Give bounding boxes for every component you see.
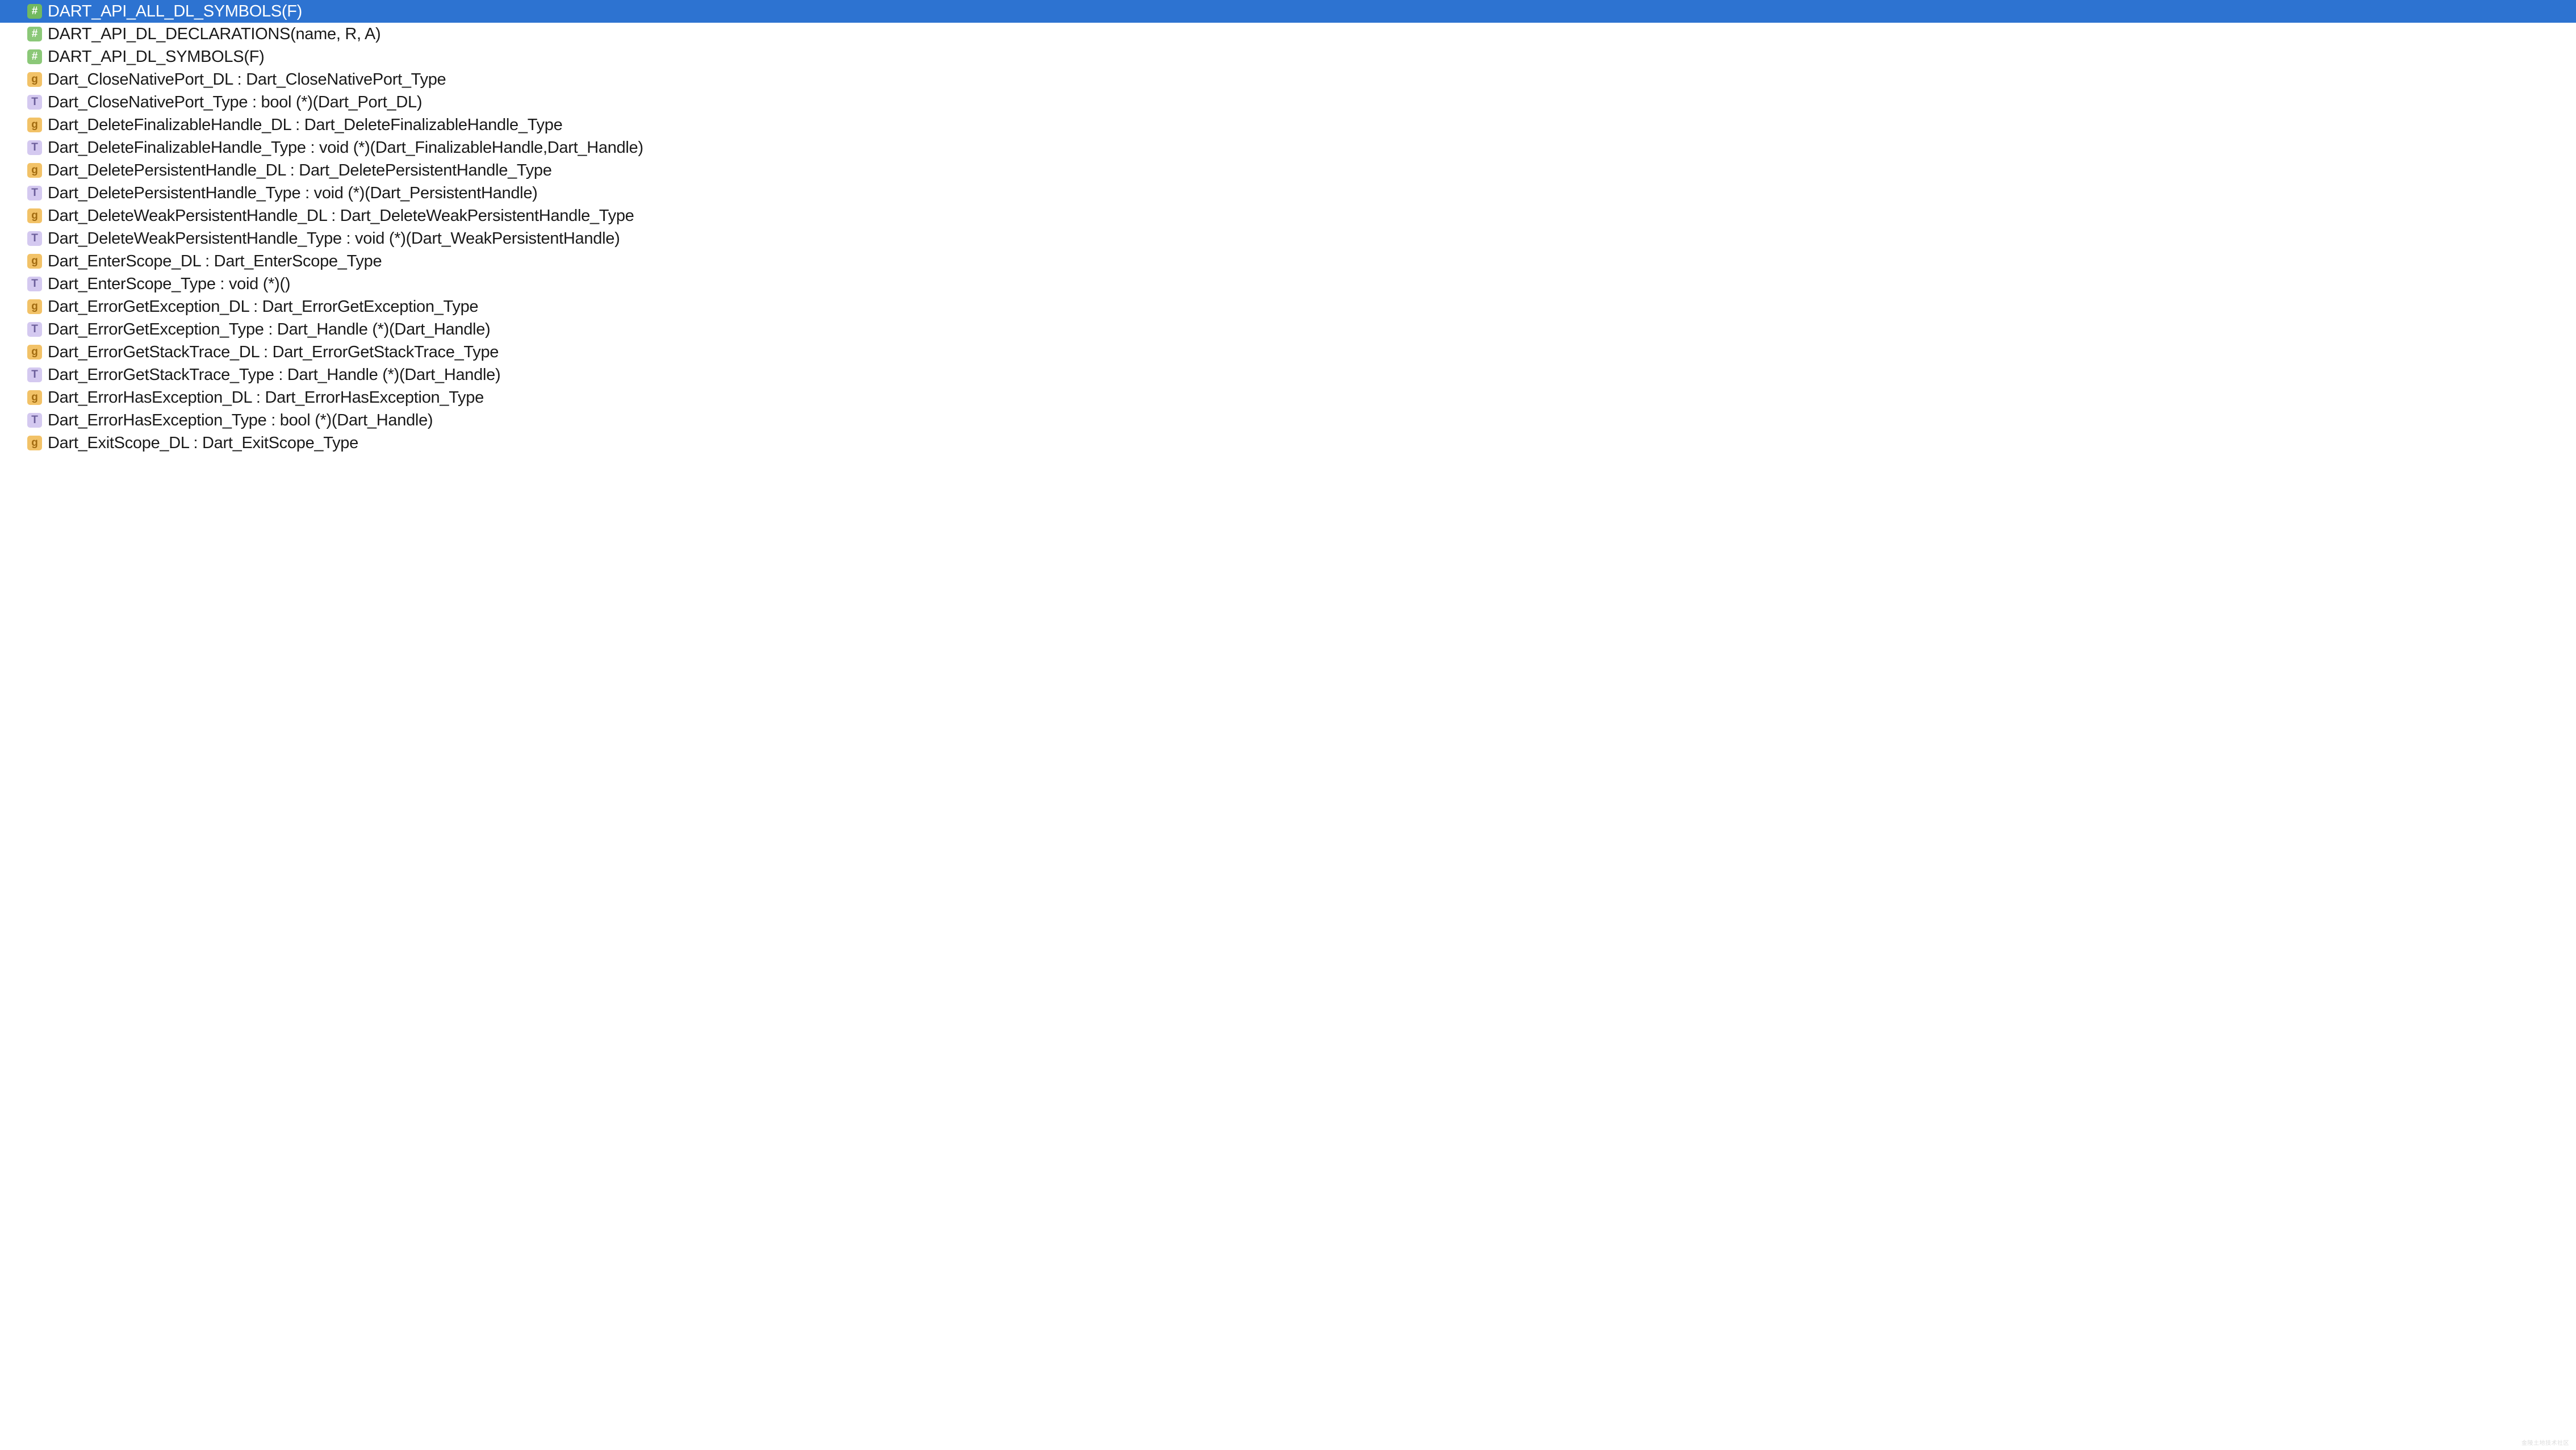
symbol-label: Dart_DeletePersistentHandle_DL : Dart_De… (48, 161, 552, 180)
symbol-label: Dart_DeleteWeakPersistentHandle_Type : v… (48, 229, 620, 248)
symbol-label: Dart_ErrorGetException_Type : Dart_Handl… (48, 320, 490, 339)
global-icon: g (27, 254, 42, 269)
symbol-row[interactable]: # DART_API_ALL_DL_SYMBOLS(F) (0, 0, 2576, 23)
symbol-row[interactable]: T Dart_DeletePersistentHandle_Type : void… (0, 182, 2576, 204)
type-icon: T (27, 277, 42, 291)
symbol-row[interactable]: T Dart_EnterScope_Type : void (*)() (0, 273, 2576, 295)
macro-icon: # (27, 49, 42, 64)
symbol-row[interactable]: T Dart_CloseNativePort_Type : bool (*)(Da… (0, 91, 2576, 114)
symbol-label: Dart_CloseNativePort_Type : bool (*)(Dar… (48, 93, 422, 112)
global-icon: g (27, 118, 42, 132)
global-icon: g (27, 163, 42, 178)
type-icon: T (27, 95, 42, 110)
type-icon: T (27, 231, 42, 246)
symbol-row[interactable]: g Dart_ErrorHasException_DL : Dart_ErrorH… (0, 386, 2576, 409)
symbol-row[interactable]: g Dart_ErrorGetException_DL : Dart_ErrorG… (0, 295, 2576, 318)
global-icon: g (27, 299, 42, 314)
symbol-row[interactable]: g Dart_DeleteWeakPersistentHandle_DL : Da… (0, 204, 2576, 227)
type-icon: T (27, 322, 42, 337)
symbol-row[interactable]: T Dart_DeleteWeakPersistentHandle_Type : … (0, 227, 2576, 250)
symbol-row[interactable]: T Dart_ErrorHasException_Type : bool (*)(… (0, 409, 2576, 432)
symbol-label: Dart_DeletePersistentHandle_Type : void … (48, 184, 538, 203)
symbol-label: DART_API_DL_SYMBOLS(F) (48, 48, 264, 66)
watermark: 金陵土地技术社区 (2521, 1438, 2569, 1447)
macro-icon: # (27, 27, 42, 41)
symbol-label: Dart_ErrorHasException_Type : bool (*)(D… (48, 411, 433, 430)
symbol-label: Dart_ErrorGetStackTrace_Type : Dart_Hand… (48, 366, 500, 385)
global-icon: g (27, 390, 42, 405)
symbol-row[interactable]: g Dart_CloseNativePort_DL : Dart_CloseNat… (0, 68, 2576, 91)
symbol-row[interactable]: g Dart_DeleteFinalizableHandle_DL : Dart_… (0, 114, 2576, 136)
symbol-row[interactable]: g Dart_ErrorGetStackTrace_DL : Dart_Error… (0, 341, 2576, 363)
symbol-row[interactable]: # DART_API_DL_SYMBOLS(F) (0, 45, 2576, 68)
symbol-label: Dart_ErrorGetException_DL : Dart_ErrorGe… (48, 298, 478, 316)
symbol-label: DART_API_DL_DECLARATIONS(name, R, A) (48, 25, 380, 44)
type-icon: T (27, 413, 42, 428)
symbol-label: Dart_EnterScope_DL : Dart_EnterScope_Typ… (48, 252, 382, 271)
symbol-label: Dart_EnterScope_Type : void (*)() (48, 275, 290, 294)
type-icon: T (27, 367, 42, 382)
symbol-row[interactable]: T Dart_DeleteFinalizableHandle_Type : voi… (0, 136, 2576, 159)
symbol-label: Dart_ExitScope_DL : Dart_ExitScope_Type (48, 434, 358, 453)
symbol-label: Dart_CloseNativePort_DL : Dart_CloseNati… (48, 70, 446, 89)
symbol-list: # DART_API_ALL_DL_SYMBOLS(F) # DART_API_DL_… (0, 0, 2576, 454)
macro-icon: # (27, 4, 42, 19)
symbol-label: Dart_DeleteWeakPersistentHandle_DL : Dar… (48, 207, 634, 225)
symbol-label: Dart_ErrorHasException_DL : Dart_ErrorHa… (48, 388, 484, 407)
type-icon: T (27, 140, 42, 155)
global-icon: g (27, 208, 42, 223)
symbol-row[interactable]: g Dart_ExitScope_DL : Dart_ExitScope_Type (0, 432, 2576, 454)
symbol-row[interactable]: g Dart_EnterScope_DL : Dart_EnterScope_Ty… (0, 250, 2576, 273)
symbol-label: Dart_ErrorGetStackTrace_DL : Dart_ErrorG… (48, 343, 499, 362)
symbol-label: Dart_DeleteFinalizableHandle_DL : Dart_D… (48, 116, 562, 135)
symbol-row[interactable]: # DART_API_DL_DECLARATIONS(name, R, A) (0, 23, 2576, 45)
global-icon: g (27, 72, 42, 87)
symbol-row[interactable]: T Dart_ErrorGetException_Type : Dart_Hand… (0, 318, 2576, 341)
type-icon: T (27, 186, 42, 200)
symbol-label: DART_API_ALL_DL_SYMBOLS(F) (48, 2, 302, 21)
symbol-label: Dart_DeleteFinalizableHandle_Type : void… (48, 139, 643, 157)
symbol-row[interactable]: g Dart_DeletePersistentHandle_DL : Dart_D… (0, 159, 2576, 182)
global-icon: g (27, 436, 42, 450)
global-icon: g (27, 345, 42, 360)
symbol-row[interactable]: T Dart_ErrorGetStackTrace_Type : Dart_Han… (0, 363, 2576, 386)
